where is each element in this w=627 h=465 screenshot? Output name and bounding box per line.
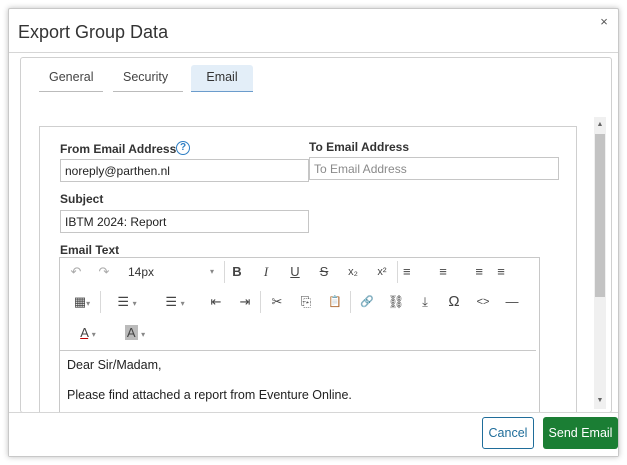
export-dialog: Export Group Data × General Security Ema…: [8, 8, 619, 457]
strikethrough-icon[interactable]: S: [313, 261, 335, 283]
chevron-down-icon: ▾: [209, 267, 214, 276]
cancel-button[interactable]: Cancel: [482, 417, 534, 449]
editor-toolbar: ↶ ↷ 14px ▾ B I U S x₂ x² ≡ ≡ ≡ ≡ ▦▾ ☰ ▾ …: [60, 258, 536, 351]
paste-icon[interactable]: 📋: [324, 291, 346, 313]
tab-general[interactable]: General: [39, 65, 103, 92]
numbered-list-icon[interactable]: ☰ ▾: [155, 291, 195, 313]
bold-icon[interactable]: B: [226, 261, 248, 283]
horizontal-rule-icon[interactable]: —: [501, 291, 523, 313]
tab-security[interactable]: Security: [113, 65, 183, 92]
bullet-list-icon[interactable]: ☰ ▾: [107, 291, 147, 313]
copy-icon[interactable]: ⎘: [295, 291, 317, 313]
subject-label: Subject: [60, 192, 104, 206]
email-text-label: Email Text: [60, 243, 120, 257]
underline-icon[interactable]: U: [284, 261, 306, 283]
justify-icon[interactable]: ≡: [490, 261, 512, 283]
dialog-header: Export Group Data ×: [9, 9, 618, 53]
tab-email[interactable]: Email: [191, 65, 253, 92]
highlight-color-icon[interactable]: A ▾: [115, 322, 155, 344]
scrollbar-thumb[interactable]: [595, 134, 605, 297]
from-email-label: From Email Address: [60, 142, 177, 156]
subject-field[interactable]: [60, 210, 309, 233]
text-color-icon[interactable]: A ▾: [68, 322, 108, 344]
toolbar-divider: [100, 291, 101, 313]
font-size-value: 14px: [128, 265, 155, 279]
table-icon[interactable]: ▦▾: [68, 291, 96, 313]
from-email-field[interactable]: [60, 159, 309, 182]
scrollbar[interactable]: ▲ ▼: [594, 117, 606, 409]
dialog-footer: Cancel Send Email: [9, 412, 618, 456]
rich-text-editor: ↶ ↷ 14px ▾ B I U S x₂ x² ≡ ≡ ≡ ≡ ▦▾ ☰ ▾ …: [59, 257, 540, 417]
close-icon[interactable]: ×: [597, 15, 611, 29]
link-icon[interactable]: 🔗: [356, 291, 378, 313]
undo-icon[interactable]: ↶: [65, 261, 87, 283]
editor-line: Please find attached a report from Event…: [67, 388, 352, 402]
to-email-field[interactable]: [309, 157, 559, 180]
scroll-down-icon[interactable]: ▼: [594, 395, 606, 407]
send-email-button[interactable]: Send Email: [543, 417, 618, 449]
dialog-title: Export Group Data: [18, 22, 169, 42]
align-right-icon[interactable]: ≡: [461, 261, 483, 283]
help-icon[interactable]: ?: [176, 141, 190, 155]
source-code-icon[interactable]: <>: [472, 291, 494, 313]
subscript-icon[interactable]: x₂: [342, 261, 364, 283]
editor-line: Dear Sir/Madam,: [67, 358, 162, 372]
toolbar-divider: [397, 261, 398, 283]
italic-icon[interactable]: I: [255, 261, 277, 283]
redo-icon[interactable]: ↷: [93, 261, 115, 283]
unlink-icon[interactable]: ⛓: [385, 291, 407, 313]
align-center-icon[interactable]: ≡: [432, 261, 454, 283]
toolbar-divider: [224, 261, 225, 283]
indent-icon[interactable]: ⇥: [234, 291, 256, 313]
toolbar-divider: [350, 291, 351, 313]
font-size-select[interactable]: 14px ▾: [122, 261, 218, 283]
cut-icon[interactable]: ✂: [266, 291, 288, 313]
editor-content[interactable]: Dear Sir/Madam, Please find attached a r…: [60, 352, 536, 412]
upload-icon[interactable]: ⤓: [414, 291, 436, 313]
superscript-icon[interactable]: x²: [371, 261, 393, 283]
to-email-label: To Email Address: [309, 140, 410, 154]
special-character-icon[interactable]: Ω: [443, 291, 465, 313]
scroll-up-icon[interactable]: ▲: [594, 119, 606, 131]
toolbar-divider: [260, 291, 261, 313]
outdent-icon[interactable]: ⇤: [205, 291, 227, 313]
align-left-icon[interactable]: ≡: [403, 261, 425, 283]
